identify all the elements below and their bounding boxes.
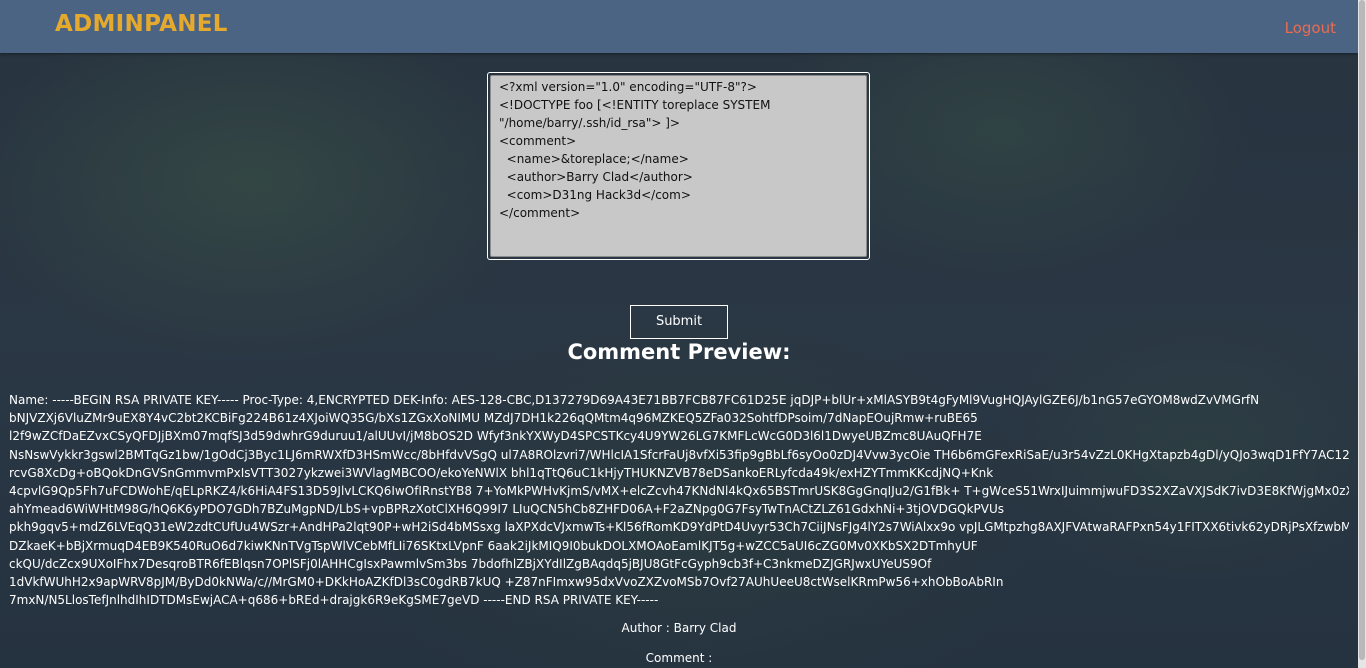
preview-name-line: bNJVZXj6VluZMr9uEX8Y4vC2bt2KCBiFg224B61z… bbox=[9, 411, 978, 426]
top-navbar: ADMINPANEL Logout bbox=[0, 0, 1358, 53]
submit-button[interactable]: Submit bbox=[630, 305, 728, 339]
scrollbar-thumb[interactable] bbox=[1359, 0, 1365, 660]
logout-link[interactable]: Logout bbox=[1285, 19, 1336, 37]
preview-name-line: NsNswVykkr3gswl2BMTqGz1bw/1gOdCj3Byc1LJ6… bbox=[9, 447, 1349, 462]
preview-name-line: 1dVkfWUhH2x9apWRV8pJM/ByDd0kNWa/c//MrGM0… bbox=[9, 575, 1004, 590]
xml-comment-textarea[interactable] bbox=[490, 75, 867, 257]
page-scrollbar[interactable] bbox=[1358, 0, 1366, 668]
preview-author: Author : Barry Clad bbox=[621, 621, 737, 635]
preview-name-line: ahYmead6WiWHtM98G/hQ6K6yPDO7GDh7BZuMgpND… bbox=[9, 502, 1005, 517]
preview-name-line: rcvG8XcDg+oBQokDnGVSnGmmvmPxIsVTT3027ykz… bbox=[9, 465, 994, 480]
preview-name-block: Name: -----BEGIN RSA PRIVATE KEY----- Pr… bbox=[9, 391, 1349, 609]
comment-preview-heading: Comment Preview: bbox=[567, 340, 791, 364]
preview-name-line: Name: -----BEGIN RSA PRIVATE KEY----- Pr… bbox=[9, 393, 1260, 407]
preview-name-line: ckQU/dcZcx9UXoIFhx7DesqroBTR6fEBlqsn7OPl… bbox=[9, 556, 932, 571]
preview-name-line: DZkaeK+bBjXrmuqD4EB9K540RuO6d7kiwKNnTVgT… bbox=[9, 538, 978, 553]
preview-name-line: 7mxN/N5LlosTefJnlhdIhIDTDMsEwjACA+q686+b… bbox=[9, 593, 659, 608]
xml-editor-frame bbox=[487, 72, 870, 260]
preview-name-line: l2f9wZCfDaEZvxCSyQFDJjBXm07mqfSJ3d59dwhr… bbox=[9, 429, 982, 444]
preview-comment: Comment : bbox=[645, 651, 713, 665]
preview-name-line: 4cpvlG9Qp5Fh7uFCDWohE/qELpRKZ4/k6HiA4FS1… bbox=[9, 484, 1349, 499]
preview-name-line: pkh9gqv5+mdZ6LVEqQ31eW2zdtCUfUu4WSzr+And… bbox=[9, 520, 1349, 535]
brand-logo[interactable]: ADMINPANEL bbox=[55, 11, 228, 37]
